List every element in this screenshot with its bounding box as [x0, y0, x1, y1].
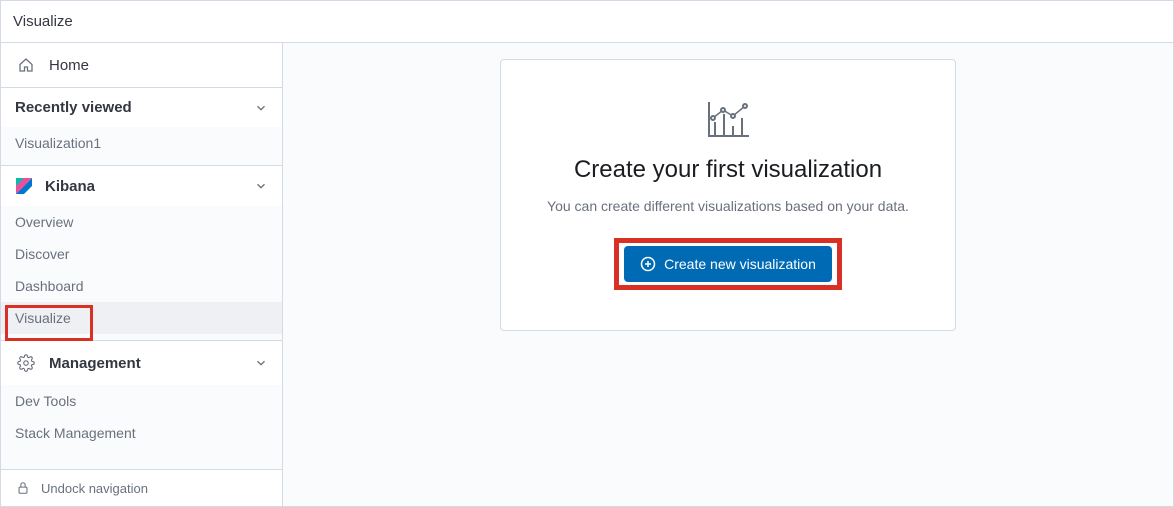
topbar: Visualize	[1, 1, 1173, 43]
sidebar: Home Recently viewed Visualization1	[1, 43, 283, 506]
section-kibana[interactable]: Kibana	[1, 166, 282, 206]
empty-state-card: Create your first visualization You can …	[500, 59, 956, 331]
create-visualization-button[interactable]: Create new visualization	[624, 246, 832, 282]
sidebar-item-label: Overview	[15, 214, 73, 230]
chart-icon	[529, 100, 927, 140]
undock-label: Undock navigation	[41, 481, 148, 496]
recent-item-label: Visualization1	[15, 135, 101, 151]
sidebar-item-stack-management[interactable]: Stack Management	[1, 417, 282, 449]
sidebar-item-label: Visualize	[15, 310, 71, 326]
section-management-label: Management	[49, 355, 254, 372]
kibana-logo-icon	[15, 177, 33, 195]
sidebar-item-label: Stack Management	[15, 425, 136, 441]
recent-item[interactable]: Visualization1	[1, 127, 282, 159]
home-icon	[15, 54, 37, 76]
chevron-down-icon	[254, 101, 268, 115]
create-visualization-label: Create new visualization	[664, 256, 816, 272]
sidebar-item-discover[interactable]: Discover	[1, 238, 282, 270]
sidebar-item-label: Discover	[15, 246, 69, 262]
empty-state-subtitle: You can create different visualizations …	[529, 198, 927, 214]
nav-home-label: Home	[49, 57, 268, 74]
chevron-down-icon	[254, 179, 268, 193]
sidebar-item-dashboard[interactable]: Dashboard	[1, 270, 282, 302]
section-kibana-label: Kibana	[45, 178, 254, 195]
section-management[interactable]: Management	[1, 341, 282, 385]
main-content: Create your first visualization You can …	[283, 43, 1173, 506]
nav-home[interactable]: Home	[1, 43, 282, 88]
section-recently-viewed-label: Recently viewed	[15, 99, 254, 116]
sidebar-item-label: Dashboard	[15, 278, 84, 294]
sidebar-item-overview[interactable]: Overview	[1, 206, 282, 238]
breadcrumb-current: Visualize	[13, 13, 73, 30]
chevron-down-icon	[254, 356, 268, 370]
gear-icon	[15, 352, 37, 374]
plus-circle-icon	[640, 256, 656, 272]
sidebar-item-label: Dev Tools	[15, 393, 76, 409]
undock-navigation[interactable]: Undock navigation	[1, 469, 282, 506]
section-recently-viewed[interactable]: Recently viewed	[1, 88, 282, 127]
lock-icon	[15, 480, 31, 496]
empty-state-title: Create your first visualization	[529, 156, 927, 184]
sidebar-item-devtools[interactable]: Dev Tools	[1, 385, 282, 417]
sidebar-item-visualize[interactable]: Visualize	[1, 302, 282, 334]
